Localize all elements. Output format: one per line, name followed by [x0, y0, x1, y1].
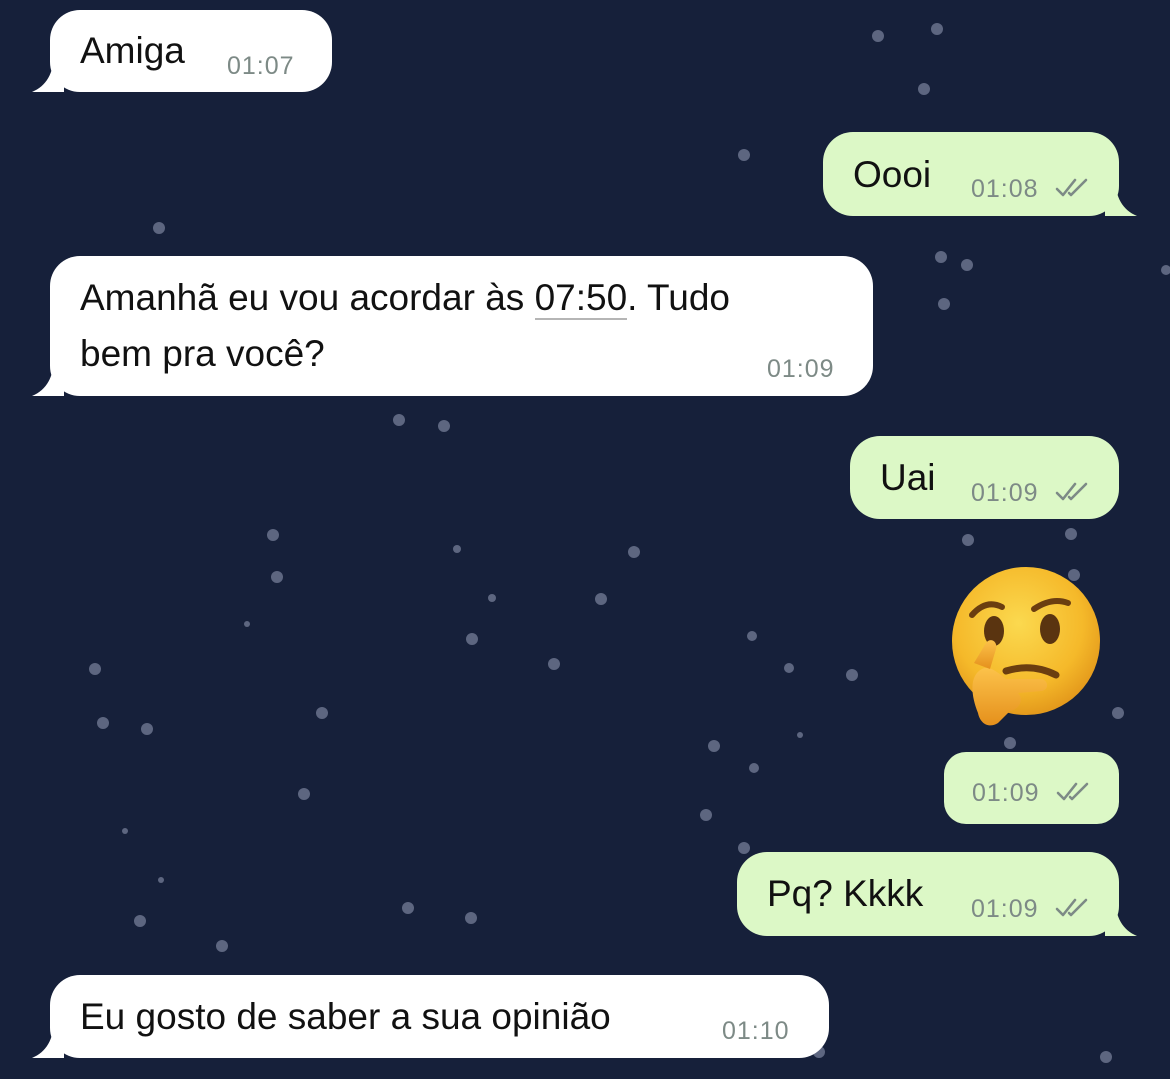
message-text: Pq? Kkkk: [767, 873, 924, 914]
bubble-tail-icon: [1105, 896, 1137, 936]
outgoing-message-bubble[interactable]: Pq? Kkkk 01:09: [737, 852, 1137, 936]
message-timestamp: 01:07: [227, 52, 295, 80]
bubble-tail-icon: [32, 356, 64, 396]
message-text-line-2: bem pra você?: [80, 333, 325, 374]
read-double-check-icon: [1055, 178, 1088, 197]
message-text: Oooi: [853, 154, 932, 195]
bubble-tail-icon: [32, 52, 64, 92]
time-link[interactable]: 07:50: [534, 277, 628, 320]
message-text: Amiga: [80, 30, 185, 71]
message-text: Uai: [880, 457, 936, 498]
message-timestamp: 01:09: [971, 895, 1039, 923]
incoming-message-bubble[interactable]: Amiga 01:07: [32, 10, 332, 92]
message-timestamp: 01:09: [972, 779, 1040, 807]
message-text-line-1: Amanhã eu vou acordar às 07:50. Tudo: [80, 270, 730, 326]
message-timestamp: 01:09: [767, 355, 835, 383]
incoming-message-bubble[interactable]: Eu gosto de saber a sua opinião 01:10: [32, 975, 829, 1058]
bubble-tail-icon: [1105, 176, 1137, 216]
read-double-check-icon: [1056, 782, 1089, 801]
read-double-check-icon: [1055, 898, 1088, 917]
bubble-tail-icon: [32, 1018, 64, 1058]
incoming-message-bubble[interactable]: Amanhã eu vou acordar às 07:50. Tudo bem…: [32, 256, 873, 396]
outgoing-message-bubble[interactable]: Oooi 01:08: [823, 132, 1137, 216]
outgoing-timestamp-bubble[interactable]: 01:09: [944, 752, 1119, 824]
message-timestamp: 01:09: [971, 479, 1039, 507]
message-text: Eu gosto de saber a sua opinião: [80, 996, 611, 1037]
message-timestamp: 01:08: [971, 175, 1039, 203]
message-timestamp: 01:10: [722, 1017, 790, 1045]
read-double-check-icon: [1055, 482, 1088, 501]
message-text-segment: Amanhã eu vou acordar às: [80, 277, 535, 318]
outgoing-message-bubble[interactable]: Uai 01:09: [850, 436, 1119, 519]
message-text-segment: . Tudo: [627, 277, 731, 318]
thinking-face-emoji[interactable]: [940, 563, 1108, 731]
